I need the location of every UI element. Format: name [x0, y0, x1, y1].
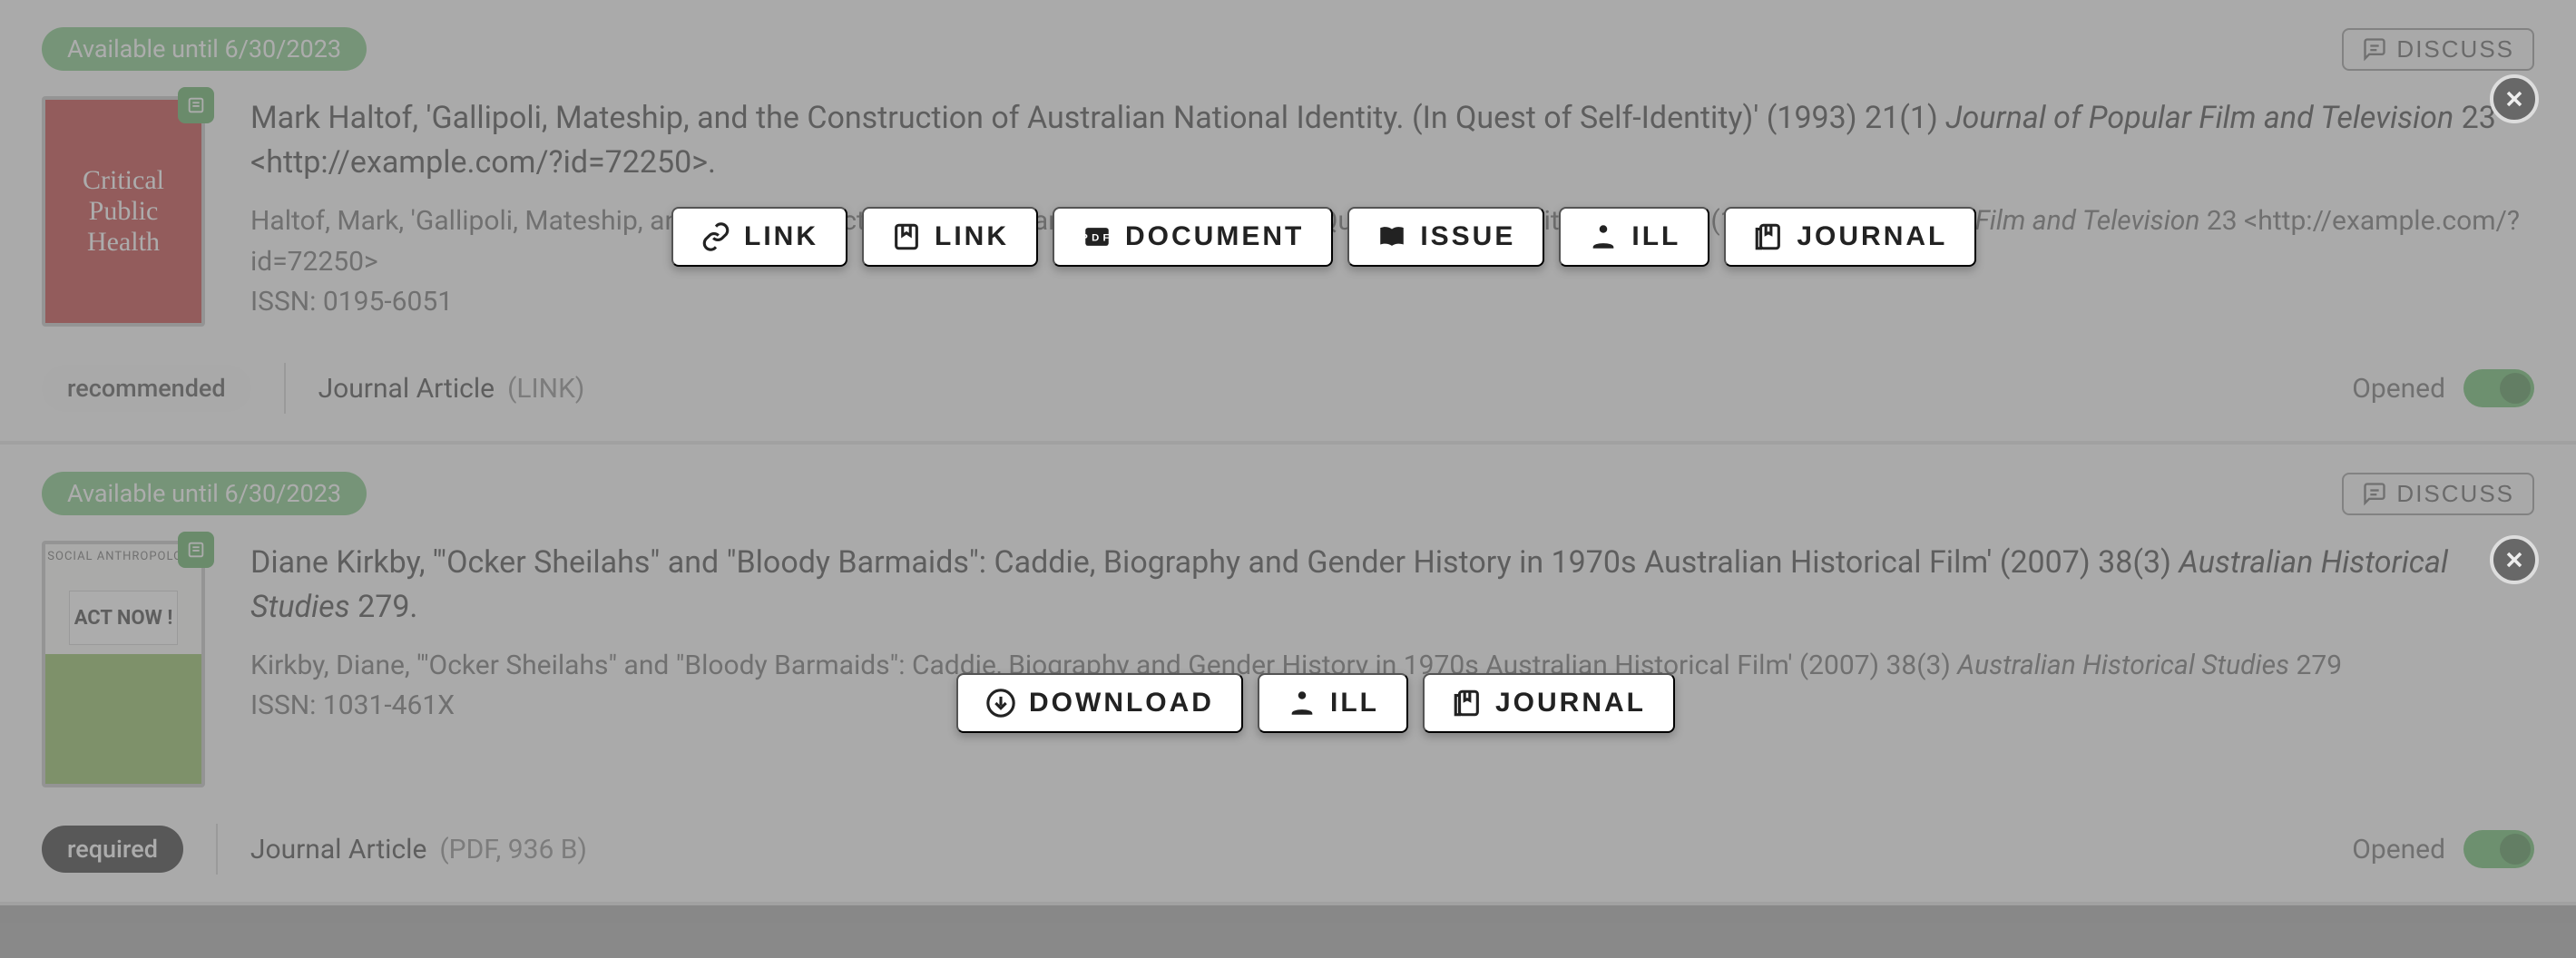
ill-button[interactable]: ILL — [1559, 207, 1709, 267]
thumb-arc-text: SOCIAL ANTHROPOLOGY — [47, 550, 199, 563]
divider — [216, 824, 218, 875]
thumb-grass — [45, 654, 201, 784]
chat-icon — [2362, 481, 2387, 506]
pdf-icon: PDF — [1082, 221, 1112, 252]
action-label: DOWNLOAD — [1029, 688, 1214, 718]
action-label: JOURNAL — [1797, 221, 1947, 252]
close-icon — [2502, 547, 2527, 572]
bookmark-link-button[interactable]: LINK — [862, 207, 1038, 267]
text-column: Diane Kirkby, '"Ocker Sheilahs" and "Blo… — [250, 541, 2534, 787]
discuss-button[interactable]: DISCUSS — [2342, 473, 2534, 515]
opened-toggle[interactable] — [2463, 830, 2534, 868]
opened-label: Opened — [2352, 834, 2445, 865]
link-icon — [700, 221, 731, 252]
discuss-button[interactable]: DISCUSS — [2342, 28, 2534, 71]
opened-toggle[interactable] — [2463, 369, 2534, 407]
ill-button[interactable]: ILL — [1258, 673, 1408, 733]
open-book-icon — [1376, 221, 1407, 252]
svg-text:PDF: PDF — [1082, 232, 1112, 243]
availability-pill: Available until 6/30/2023 — [42, 472, 367, 515]
thumb-badge-icon — [178, 532, 214, 568]
reader-icon — [1287, 688, 1317, 718]
title-prefix: Mark Haltof, 'Gallipoli, Mateship, and t… — [250, 100, 1945, 136]
bookmark-icon — [891, 221, 922, 252]
action-label: ILL — [1631, 221, 1680, 252]
action-label: JOURNAL — [1495, 688, 1646, 718]
availability-pill: Available until 6/30/2023 — [42, 27, 367, 71]
citation-journal: Australian Historical Studies — [1957, 650, 2289, 681]
issn: ISSN: 0195-6051 — [250, 286, 2534, 318]
action-label: LINK — [935, 221, 1009, 252]
card-body: SOCIAL ANTHROPOLOGY ACT NOW ! Diane Kirk… — [42, 541, 2534, 787]
action-label: DOCUMENT — [1125, 221, 1304, 252]
thumb-line: Health — [87, 227, 160, 258]
discuss-label: DISCUSS — [2396, 480, 2514, 508]
title-journal: Journal of Popular Film and Television — [1945, 100, 2454, 136]
resource-type: Journal Article — [318, 373, 495, 405]
chat-icon — [2362, 36, 2387, 62]
card-top-row: Available until 6/30/2023 DISCUSS — [42, 27, 2534, 71]
journal-button[interactable]: JOURNAL — [1724, 207, 1976, 267]
thumbnail: SOCIAL ANTHROPOLOGY ACT NOW ! — [42, 541, 205, 787]
close-icon — [2502, 86, 2527, 112]
action-label: LINK — [744, 221, 818, 252]
journal-icon — [1452, 688, 1483, 718]
action-bar: DOWNLOAD ILL JOURNAL — [956, 673, 1675, 733]
issue-button[interactable]: ISSUE — [1347, 207, 1544, 267]
thumb-line: Public — [89, 196, 159, 227]
thumb-badge-icon — [178, 87, 214, 123]
journal-icon — [1753, 221, 1784, 252]
opened-label: Opened — [2352, 373, 2445, 405]
resource-type-detail: (LINK) — [507, 373, 584, 405]
thumbnail: Critical Public Health — [42, 96, 205, 327]
card-footer: required Journal Article (PDF, 936 B) Op… — [42, 824, 2534, 875]
journal-button[interactable]: JOURNAL — [1423, 673, 1675, 733]
discuss-label: DISCUSS — [2396, 35, 2514, 64]
thumbnail-wrap[interactable]: Critical Public Health — [42, 96, 205, 327]
resource-type-detail: (PDF, 936 B) — [439, 834, 587, 865]
document-button[interactable]: PDF DOCUMENT — [1053, 207, 1333, 267]
action-bar: LINK LINK PDF DOCUMENT ISSUE ILL JOURNAL — [671, 207, 1976, 267]
thumb-sign: ACT NOW ! — [69, 591, 178, 645]
close-actions-button[interactable] — [2490, 535, 2539, 584]
citation-suffix: 279 — [2289, 650, 2342, 681]
requirement-pill[interactable]: required — [42, 826, 183, 873]
download-button[interactable]: DOWNLOAD — [956, 673, 1243, 733]
title-suffix: 279. — [350, 589, 418, 625]
requirement-pill[interactable]: recommended — [42, 365, 251, 412]
resource-type: Journal Article — [250, 834, 426, 865]
reading-title[interactable]: Mark Haltof, 'Gallipoli, Mateship, and t… — [250, 96, 2534, 186]
action-label: ILL — [1330, 688, 1379, 718]
card-top-row: Available until 6/30/2023 DISCUSS — [42, 472, 2534, 515]
title-prefix: Diane Kirkby, '"Ocker Sheilahs" and "Blo… — [250, 544, 2179, 581]
card-footer: recommended Journal Article (LINK) Opene… — [42, 363, 2534, 414]
close-actions-button[interactable] — [2490, 74, 2539, 123]
thumb-line: Critical — [83, 165, 164, 196]
reading-title[interactable]: Diane Kirkby, '"Ocker Sheilahs" and "Blo… — [250, 541, 2534, 631]
action-label: ISSUE — [1420, 221, 1515, 252]
thumbnail-wrap[interactable]: SOCIAL ANTHROPOLOGY ACT NOW ! — [42, 541, 205, 787]
download-icon — [985, 688, 1016, 718]
link-button[interactable]: LINK — [671, 207, 847, 267]
reader-icon — [1588, 221, 1619, 252]
divider — [284, 363, 286, 414]
